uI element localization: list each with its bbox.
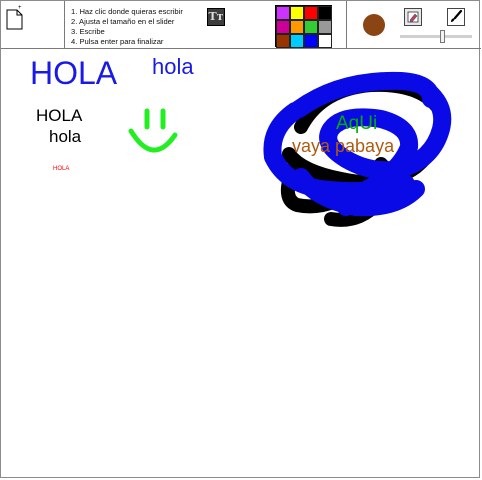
- toolbar-divider: [64, 1, 65, 48]
- toolbar: + 1. Haz clic donde quieras escribir 2. …: [1, 1, 481, 49]
- canvas-text-large: HOLA: [30, 55, 118, 91]
- canvas-text-medium: hola: [152, 54, 194, 79]
- instruction-2: 2. Ajusta el tamaño en el slider: [71, 17, 175, 26]
- canvas-text-black-upper: HOLA: [36, 106, 83, 125]
- color-swatch[interactable]: [290, 20, 304, 34]
- paint-app-window: + 1. Haz clic donde quieras escribir 2. …: [0, 0, 481, 479]
- brush-icon[interactable]: [447, 8, 465, 26]
- color-swatch[interactable]: [318, 6, 332, 20]
- canvas-text-tiny: HOLA: [53, 166, 70, 172]
- eraser-icon[interactable]: [404, 8, 422, 26]
- text-tool-icon[interactable]: Tт: [207, 8, 225, 26]
- instruction-4: 4. Pulsa enter para finalizar: [71, 37, 164, 46]
- canvas-text-aqui: AqUi: [336, 113, 378, 134]
- color-swatch[interactable]: [276, 34, 290, 48]
- color-swatch[interactable]: [304, 20, 318, 34]
- size-slider-handle[interactable]: [440, 30, 445, 43]
- color-swatch[interactable]: [318, 34, 332, 48]
- color-swatch[interactable]: [276, 20, 290, 34]
- new-document-icon[interactable]: +: [5, 4, 25, 30]
- color-swatch[interactable]: [304, 6, 318, 20]
- drawing-canvas[interactable]: HOLA hola HOLA hola HOLA AqUi vaya pabay…: [1, 49, 481, 479]
- color-swatch[interactable]: [304, 34, 318, 48]
- green-smiley-stroke: [128, 108, 178, 153]
- color-swatch[interactable]: [276, 6, 290, 20]
- svg-text:+: +: [18, 5, 22, 11]
- selected-color-indicator: [363, 14, 385, 36]
- color-swatch[interactable]: [318, 20, 332, 34]
- toolbar-divider: [346, 1, 347, 48]
- instructions-list: 1. Haz clic donde quieras escribir 2. Aj…: [71, 7, 183, 47]
- instruction-3: 3. Escribe: [71, 27, 105, 36]
- color-swatch[interactable]: [290, 6, 304, 20]
- color-palette: [275, 5, 332, 48]
- color-swatch[interactable]: [290, 34, 304, 48]
- instruction-1: 1. Haz clic donde quieras escribir: [71, 7, 183, 16]
- canvas-text-vaya: vaya pabaya: [292, 136, 395, 156]
- size-slider-track[interactable]: [400, 35, 472, 38]
- canvas-text-black-lower: hola: [49, 127, 82, 146]
